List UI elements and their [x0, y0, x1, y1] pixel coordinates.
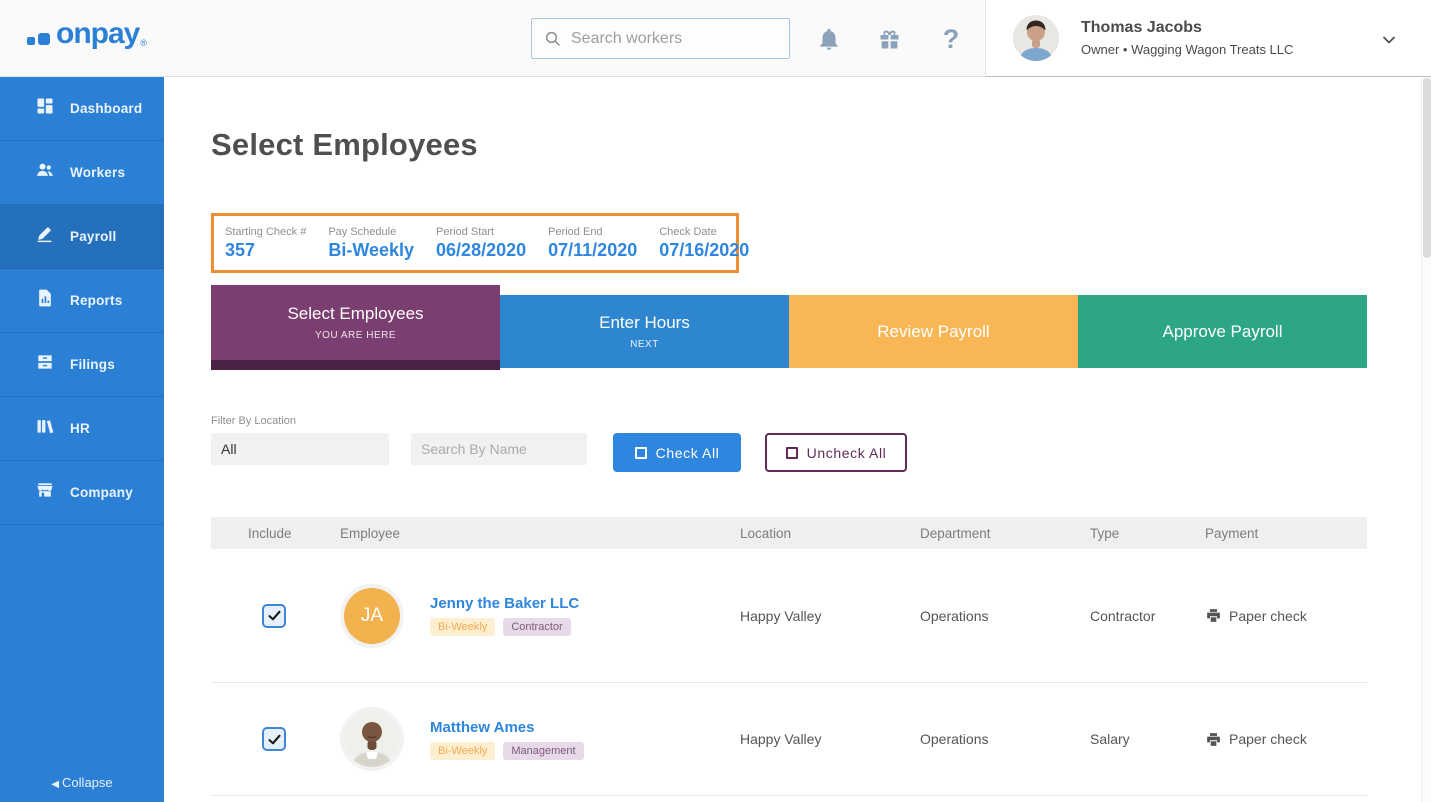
company-icon	[35, 480, 55, 505]
payroll-info-box: Starting Check # 357 Pay Schedule Bi-Wee…	[211, 213, 739, 273]
reports-icon	[35, 288, 55, 313]
sidebar-item-hr[interactable]: HR	[0, 397, 164, 461]
hr-icon	[35, 416, 55, 441]
col-employee: Employee	[321, 526, 721, 541]
user-role-company: Owner • Wagging Wagon Treats LLC	[1081, 42, 1293, 57]
table-header: Include Employee Location Department Typ…	[211, 517, 1367, 549]
payroll-icon	[35, 224, 55, 249]
scrollbar-thumb[interactable]	[1423, 78, 1431, 258]
worker-search-box[interactable]	[531, 18, 790, 59]
col-payment: Payment	[1186, 526, 1367, 541]
step-select-employees[interactable]: Select Employees YOU ARE HERE	[211, 285, 500, 370]
avatar-photo	[344, 711, 400, 767]
employee-table: Include Employee Location Department Typ…	[211, 517, 1367, 796]
avatar	[1013, 15, 1059, 61]
schedule-badge: Bi-Weekly	[430, 618, 495, 636]
schedule-badge: Bi-Weekly	[430, 742, 495, 760]
user-menu[interactable]: Thomas Jacobs Owner • Wagging Wagon Trea…	[985, 0, 1431, 77]
avatar: JA	[344, 588, 400, 644]
step-approve-payroll[interactable]: Approve Payroll	[1078, 295, 1367, 368]
pay-schedule-field: Pay Schedule Bi-Weekly	[328, 226, 414, 261]
sidebar-item-payroll[interactable]: Payroll	[0, 205, 164, 269]
page-title: Select Employees	[211, 127, 1431, 163]
printer-icon	[1205, 607, 1222, 624]
workers-icon	[35, 160, 55, 185]
avatar	[344, 711, 400, 767]
gift-icon[interactable]	[874, 24, 904, 54]
collapse-sidebar-button[interactable]: ◀Collapse	[0, 775, 164, 790]
period-start-field: Period Start 06/28/2020	[436, 226, 526, 261]
top-header: onpay ® ? Thomas Jacobs Owner • Wagging …	[0, 0, 1431, 77]
check-icon	[267, 608, 282, 623]
step-review-payroll[interactable]: Review Payroll	[789, 295, 1078, 368]
type-cell: Salary	[1071, 731, 1186, 747]
type-cell: Contractor	[1071, 608, 1186, 624]
checkbox-outline-icon	[786, 447, 798, 459]
sidebar-item-filings[interactable]: Filings	[0, 333, 164, 397]
check-all-button[interactable]: Check All	[613, 433, 741, 472]
include-checkbox[interactable]	[262, 727, 286, 751]
employee-name-link[interactable]: Matthew Ames	[430, 719, 592, 736]
dashboard-icon	[35, 96, 55, 121]
onpay-logo-icon	[27, 18, 53, 48]
name-search-input[interactable]	[411, 433, 587, 465]
sidebar-item-dashboard[interactable]: Dashboard	[0, 77, 164, 141]
onpay-logo[interactable]: onpay ®	[27, 18, 147, 48]
filter-row: All Check All Uncheck All	[211, 433, 1431, 472]
vertical-scrollbar[interactable]	[1421, 78, 1431, 802]
step-enter-hours[interactable]: Enter Hours NEXT	[500, 295, 789, 368]
main-content: Select Employees Starting Check # 357 Pa…	[164, 77, 1431, 802]
col-type: Type	[1071, 526, 1186, 541]
location-cell: Happy Valley	[721, 608, 901, 624]
sidebar-item-reports[interactable]: Reports	[0, 269, 164, 333]
uncheck-all-button[interactable]: Uncheck All	[765, 433, 907, 472]
search-icon	[544, 30, 562, 48]
department-cell: Operations	[901, 731, 1071, 747]
sidebar-nav: Dashboard Workers Payroll Reports Filing…	[0, 77, 164, 802]
payment-cell: Paper check	[1186, 607, 1367, 624]
check-date-field: Check Date 07/16/2020	[659, 226, 749, 261]
employee-name-link[interactable]: Jenny the Baker LLC	[430, 595, 579, 612]
registered-mark: ®	[140, 38, 147, 48]
col-department: Department	[901, 526, 1071, 541]
filter-by-location-label: Filter By Location	[211, 415, 1431, 427]
help-icon[interactable]: ?	[936, 24, 966, 54]
filings-icon	[35, 352, 55, 377]
sidebar-item-company[interactable]: Company	[0, 461, 164, 525]
collapse-arrow-icon: ◀	[51, 779, 59, 790]
sidebar-item-workers[interactable]: Workers	[0, 141, 164, 205]
location-select[interactable]: All	[211, 433, 389, 465]
table-row: Matthew Ames Bi-Weekly Management Happy …	[211, 683, 1367, 796]
check-icon	[267, 732, 282, 747]
notifications-bell-icon[interactable]	[814, 24, 844, 54]
name-search-box	[411, 433, 587, 465]
payroll-steps: Select Employees YOU ARE HERE Enter Hour…	[211, 285, 1367, 370]
starting-check-field: Starting Check # 357	[225, 226, 306, 261]
location-cell: Happy Valley	[721, 731, 901, 747]
checkbox-outline-icon	[635, 447, 647, 459]
department-badge: Contractor	[503, 618, 570, 636]
col-include: Include	[211, 526, 321, 541]
logo-text: onpay	[56, 20, 139, 49]
period-end-field: Period End 07/11/2020	[548, 226, 637, 261]
payment-cell: Paper check	[1186, 731, 1367, 748]
chevron-down-icon	[1379, 30, 1399, 55]
include-checkbox[interactable]	[262, 604, 286, 628]
table-row: JA Jenny the Baker LLC Bi-Weekly Contrac…	[211, 549, 1367, 683]
search-input[interactable]	[571, 30, 771, 48]
department-cell: Operations	[901, 608, 1071, 624]
printer-icon	[1205, 731, 1222, 748]
department-badge: Management	[503, 742, 583, 760]
user-name: Thomas Jacobs	[1081, 19, 1293, 37]
col-location: Location	[721, 526, 901, 541]
